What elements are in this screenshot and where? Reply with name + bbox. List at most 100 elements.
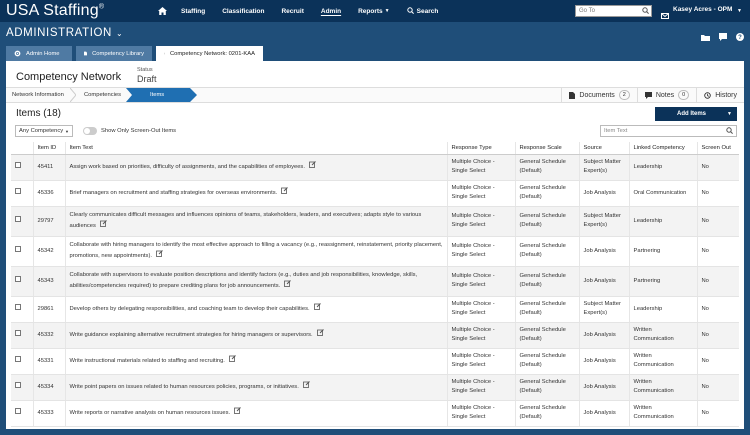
item-text[interactable]: Clearly communicates difficult messages …: [70, 212, 422, 229]
response-type: Multiple Choice - Single Select: [446, 400, 515, 427]
screen-out: No: [696, 322, 739, 349]
add-items-button[interactable]: Add Items ▼: [655, 107, 737, 121]
tab-notes[interactable]: Notes 0: [636, 88, 696, 102]
help-icon[interactable]: ?: [736, 28, 744, 46]
col-item-text[interactable]: Item Text: [64, 142, 447, 155]
section-title[interactable]: ADMINISTRATION ⌄: [6, 27, 123, 39]
crumb-network-information[interactable]: Network Information: [12, 88, 64, 102]
col-response-type[interactable]: Response Type: [446, 142, 515, 155]
competency-filter-select[interactable]: Any Competency ▼: [15, 125, 73, 137]
nav-admin[interactable]: Admin: [321, 8, 341, 15]
row-checkbox[interactable]: [15, 330, 21, 336]
col-response-scale[interactable]: Response Scale: [514, 142, 579, 155]
chevron-down-icon: ▼: [384, 8, 390, 14]
table-row[interactable]: 45411 Assign work based on priorities, di…: [11, 154, 739, 181]
tab-competency-library[interactable]: Competency Library: [76, 46, 152, 61]
top-nav-bar: USA Staffing® Staffing Classification Re…: [0, 0, 750, 22]
tab-admin-home[interactable]: Admin Home: [6, 46, 72, 61]
col-source[interactable]: Source: [578, 142, 629, 155]
response-scale: General Schedule (Default): [514, 400, 579, 427]
linked-competency: Partnering: [628, 236, 697, 267]
col-linked-competency[interactable]: Linked Competency: [628, 142, 697, 155]
table-row[interactable]: 45331 Write instructional materials relat…: [11, 348, 739, 375]
edit-icon[interactable]: [229, 355, 236, 366]
item-text[interactable]: Write instructional materials related to…: [70, 359, 225, 365]
response-scale: General Schedule (Default): [514, 296, 579, 323]
item-text-cell: Collaborate with supervisors to evaluate…: [64, 266, 447, 297]
response-type: Multiple Choice - Single Select: [446, 266, 515, 297]
search-icon[interactable]: [642, 7, 649, 16]
col-screen-out[interactable]: Screen Out: [696, 142, 739, 155]
nav-reports-label: Reports: [358, 7, 383, 15]
edit-icon[interactable]: [313, 303, 321, 314]
usa-staffing-logo[interactable]: USA Staffing®: [6, 2, 104, 20]
item-text[interactable]: Develop others by delegating responsibil…: [70, 307, 310, 313]
nav-classification[interactable]: Classification: [222, 8, 264, 15]
table-row[interactable]: 45332 Write guidance explaining alternati…: [11, 322, 739, 349]
table-row[interactable]: 45343 Collaborate with supervisors to eva…: [11, 266, 739, 297]
edit-icon[interactable]: [284, 280, 292, 291]
table-row[interactable]: 29797 Clearly communicates difficult mess…: [11, 206, 739, 237]
item-text[interactable]: Collaborate with supervisors to evaluate…: [70, 272, 418, 289]
tab-documents[interactable]: Documents 2: [561, 88, 636, 102]
item-text[interactable]: Write guidance explaining alternative re…: [70, 333, 313, 339]
chevron-down-icon[interactable]: ▼: [727, 111, 732, 117]
document-icon: [569, 91, 576, 99]
table-row[interactable]: 45336 Brief managers on recruitment and s…: [11, 180, 739, 207]
edit-icon[interactable]: [156, 250, 163, 261]
table-row[interactable]: 45342 Collaborate with hiring managers to…: [11, 236, 739, 267]
crumb-competencies[interactable]: Competencies: [84, 88, 121, 102]
row-checkbox[interactable]: [15, 382, 21, 388]
tab-competency-network[interactable]: Competency Network: 0201-KAA: [156, 46, 263, 61]
items-table-body: 45411 Assign work based on priorities, di…: [11, 154, 739, 427]
row-checkbox[interactable]: [15, 246, 21, 252]
tab-history[interactable]: History: [696, 88, 744, 102]
response-type: Multiple Choice - Single Select: [446, 296, 515, 323]
item-text[interactable]: Assign work based on priorities, difficu…: [70, 165, 305, 171]
table-row[interactable]: 45334 Write point papers on issues relate…: [11, 374, 739, 401]
response-type: Multiple Choice - Single Select: [446, 236, 515, 267]
row-checkbox[interactable]: [15, 356, 21, 362]
edit-icon[interactable]: [281, 187, 289, 198]
folder-icon[interactable]: [701, 28, 710, 46]
nav-search[interactable]: Search: [406, 6, 438, 16]
item-text-cell: Write guidance explaining alternative re…: [64, 322, 447, 349]
item-text[interactable]: Brief managers on recruitment and staffi…: [70, 191, 278, 197]
home-icon[interactable]: [158, 7, 167, 15]
row-checkbox[interactable]: [15, 188, 21, 194]
nav-reports[interactable]: Reports ▼: [358, 8, 390, 15]
col-item-id[interactable]: Item ID: [32, 142, 65, 155]
table-row[interactable]: 29861 Develop others by delegating respon…: [11, 296, 739, 323]
row-select-cell: [11, 206, 33, 237]
edit-icon[interactable]: [316, 329, 324, 340]
item-text[interactable]: Collaborate with hiring managers to iden…: [70, 242, 443, 259]
goto-placeholder: Go To: [579, 8, 595, 14]
gear-icon: [14, 50, 21, 57]
row-checkbox[interactable]: [15, 216, 21, 222]
row-checkbox[interactable]: [15, 162, 21, 168]
edit-icon[interactable]: [309, 161, 316, 172]
edit-icon[interactable]: [234, 407, 242, 418]
chat-icon[interactable]: [719, 28, 727, 46]
item-text-search-input[interactable]: Item Text: [600, 125, 737, 137]
search-icon[interactable]: [726, 127, 733, 136]
row-checkbox[interactable]: [15, 304, 21, 310]
edit-icon[interactable]: [100, 220, 107, 231]
nav-recruit[interactable]: Recruit: [281, 8, 303, 15]
table-row[interactable]: 45333 Write reports or narrative analysis…: [11, 400, 739, 427]
linked-competency: Leadership: [628, 296, 697, 323]
row-checkbox[interactable]: [15, 408, 21, 414]
item-text[interactable]: Write reports or narrative analysis on h…: [70, 411, 231, 417]
screen-out: No: [696, 374, 739, 401]
chevron-down-icon[interactable]: ▼: [737, 8, 742, 14]
page-title: Competency Network: [16, 71, 122, 83]
nav-staffing[interactable]: Staffing: [181, 8, 205, 15]
items-heading: Items (18): [16, 108, 62, 119]
goto-input[interactable]: Go To: [575, 5, 652, 17]
edit-icon[interactable]: [302, 381, 310, 392]
item-text[interactable]: Write point papers on issues related to …: [70, 385, 299, 391]
crumb-items[interactable]: Items: [126, 88, 198, 102]
user-menu[interactable]: Kasey Acres - OPM: [673, 6, 732, 13]
row-checkbox[interactable]: [15, 276, 21, 282]
screen-out-toggle[interactable]: [83, 127, 97, 135]
